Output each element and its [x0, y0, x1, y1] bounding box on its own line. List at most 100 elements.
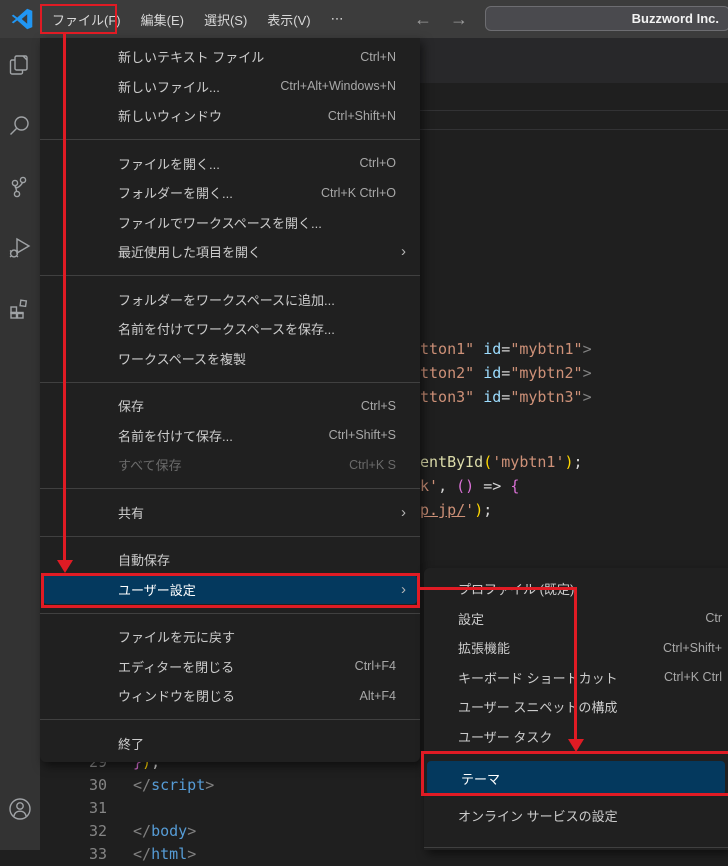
code-token: ': [465, 501, 474, 519]
menu-item-save-as[interactable]: 名前を付けて保存...Ctrl+Shift+S: [40, 421, 420, 451]
menubar-view[interactable]: 表示(V): [257, 0, 320, 38]
menu-item-shortcut: Ctrl+K Ctrl+O: [321, 186, 406, 200]
menu-separator: [424, 847, 728, 848]
menu-separator: [40, 488, 420, 489]
code-line[interactable]: </html>: [133, 843, 196, 866]
code-token: =: [501, 340, 510, 358]
source-control-icon[interactable]: [7, 174, 33, 200]
editor-code-block[interactable]: 29});30</script>3132</body>33</html>: [40, 751, 420, 866]
submenu-arrow-icon: ›: [401, 505, 406, 520]
code-line[interactable]: 31: [40, 797, 420, 820]
menu-item-close-editor[interactable]: エディターを閉じるCtrl+F4: [40, 652, 420, 682]
code-token: p.jp/: [420, 501, 465, 519]
menu-item-new-file[interactable]: 新しいファイル...Ctrl+Alt+Windows+N: [40, 72, 420, 102]
code-token: >: [187, 845, 196, 863]
menu-item-auto-save[interactable]: 自動保存: [40, 545, 420, 575]
menu-item-open-folder[interactable]: フォルダーを開く...Ctrl+K Ctrl+O: [40, 178, 420, 208]
code-token: >: [205, 776, 214, 794]
menu-item-open-workspace-from-file[interactable]: ファイルでワークスペースを開く...: [40, 208, 420, 238]
code-line[interactable]: entById('mybtn1');: [420, 450, 583, 474]
search-icon[interactable]: [7, 113, 33, 139]
menu-item-shortcut: Ctrl+O: [360, 156, 406, 170]
extensions-icon[interactable]: [7, 295, 33, 321]
line-number: 33: [40, 843, 107, 866]
menu-item-user-tasks[interactable]: ユーザー タスク: [424, 722, 728, 752]
menu-item-label: フォルダーをワークスペースに追加...: [118, 290, 335, 309]
menu-item-profile[interactable]: プロファイル (既定): [424, 574, 728, 604]
menu-item-open-file[interactable]: ファイルを開く... Ctrl+O: [40, 149, 420, 179]
menu-item-exit[interactable]: 終了: [40, 729, 420, 759]
code-line[interactable]: tton1" id="mybtn1">: [420, 337, 592, 361]
nav-forward-icon[interactable]: →: [450, 0, 468, 38]
code-line[interactable]: 30 </script>: [40, 774, 420, 797]
menu-item-label: ファイルを開く...: [118, 154, 220, 173]
menu-item-user-settings[interactable]: ユーザー設定›: [43, 575, 417, 605]
command-center[interactable]: Buzzword Inc.: [485, 6, 728, 31]
explorer-icon[interactable]: [7, 52, 33, 78]
code-line[interactable]: 33 </html>: [40, 843, 420, 866]
vscode-logo-icon: [10, 7, 34, 31]
code-token: >: [187, 822, 196, 840]
code-token: </: [133, 822, 151, 840]
menubar-more[interactable]: ⋯: [321, 0, 354, 38]
menu-item-new-text-file[interactable]: 新しいテキスト ファイルCtrl+N: [40, 42, 420, 72]
menu-item-label: 最近使用した項目を開く: [118, 242, 261, 261]
menu-item-save-all[interactable]: すべて保存 Ctrl+K S: [40, 450, 420, 480]
menu-item-settings[interactable]: 設定Ctr: [424, 604, 728, 634]
code-line[interactable]: p.jp/');: [420, 498, 583, 522]
menu-item-add-folder-to-workspace[interactable]: フォルダーをワークスペースに追加...: [40, 285, 420, 315]
menu-item-label: プロファイル (既定): [458, 579, 574, 598]
account-icon[interactable]: [7, 796, 33, 822]
submenu-arrow-icon: ›: [401, 244, 406, 259]
line-number: 32: [40, 820, 107, 843]
menu-item-close-window[interactable]: ウィンドウを閉じるAlt+F4: [40, 681, 420, 711]
menu-item-save[interactable]: 保存Ctrl+S: [40, 391, 420, 421]
menu-item-theme[interactable]: テーマ: [427, 761, 725, 795]
menu-item-shortcut: Ctrl+K S: [349, 458, 406, 472]
menu-item-revert-file[interactable]: ファイルを元に戻す: [40, 622, 420, 652]
menu-item-duplicate-workspace[interactable]: ワークスペースを複製: [40, 344, 420, 374]
code-line[interactable]: k', () => {: [420, 474, 583, 498]
menu-item-keyboard-shortcuts[interactable]: キーボード ショートカットCtrl+K Ctrl: [424, 663, 728, 693]
code-token: tton3": [420, 388, 474, 406]
menu-item-extensions[interactable]: 拡張機能Ctrl+Shift+: [424, 633, 728, 663]
code-token: "mybtn1": [510, 340, 582, 358]
editor-code-block[interactable]: entById('mybtn1');k', () => {p.jp/');: [420, 450, 583, 522]
menu-item-user-snippets[interactable]: ユーザー スニペットの構成: [424, 692, 728, 722]
menu-separator: [40, 536, 420, 537]
menubar-file[interactable]: ファイル(F): [42, 0, 131, 38]
nav-back-icon[interactable]: ←: [414, 0, 432, 38]
menu-item-shortcut: Alt+F4: [360, 689, 406, 703]
code-line[interactable]: </script>: [133, 774, 214, 797]
menu-item-save-workspace-as[interactable]: 名前を付けてワークスペースを保存...: [40, 314, 420, 344]
code-token: [474, 388, 483, 406]
code-line[interactable]: tton3" id="mybtn3">: [420, 385, 592, 409]
menu-item-open-recent[interactable]: 最近使用した項目を開く ›: [40, 237, 420, 267]
code-token: id: [483, 340, 501, 358]
code-line[interactable]: 32 </body>: [40, 820, 420, 843]
menu-item-label: ファイルを元に戻す: [118, 627, 235, 646]
menu-item-label: ワークスペースを複製: [118, 349, 246, 368]
code-token: body: [151, 822, 187, 840]
menu-item-label: すべて保存: [118, 455, 182, 474]
run-debug-icon[interactable]: [7, 235, 33, 261]
window-title: Buzzword Inc.: [632, 11, 719, 26]
code-token: tton1": [420, 340, 474, 358]
menu-item-new-window[interactable]: 新しいウィンドウCtrl+Shift+N: [40, 101, 420, 131]
menubar-edit[interactable]: 編集(E): [131, 0, 194, 38]
menu-item-label: 自動保存: [118, 550, 170, 569]
code-line[interactable]: tton2" id="mybtn2">: [420, 361, 592, 385]
menu-item-label: 名前を付けてワークスペースを保存...: [118, 319, 335, 338]
menu-item-share[interactable]: 共有›: [40, 498, 420, 528]
menu-item-label: キーボード ショートカット: [458, 668, 618, 687]
menu-item-label: 終了: [118, 734, 144, 753]
line-number: 30: [40, 774, 107, 797]
editor-code-block[interactable]: tton1" id="mybtn1">tton2" id="mybtn2">tt…: [420, 337, 592, 409]
code-line[interactable]: </body>: [133, 820, 196, 843]
menu-item-online-services[interactable]: オンライン サービスの設定: [424, 801, 728, 831]
menu-item-label: オンライン サービスの設定: [458, 806, 618, 825]
menubar-selection[interactable]: 選択(S): [194, 0, 257, 38]
menu-separator: [40, 139, 420, 140]
menu-item-label: ユーザー タスク: [458, 727, 552, 746]
code-token: >: [583, 340, 592, 358]
